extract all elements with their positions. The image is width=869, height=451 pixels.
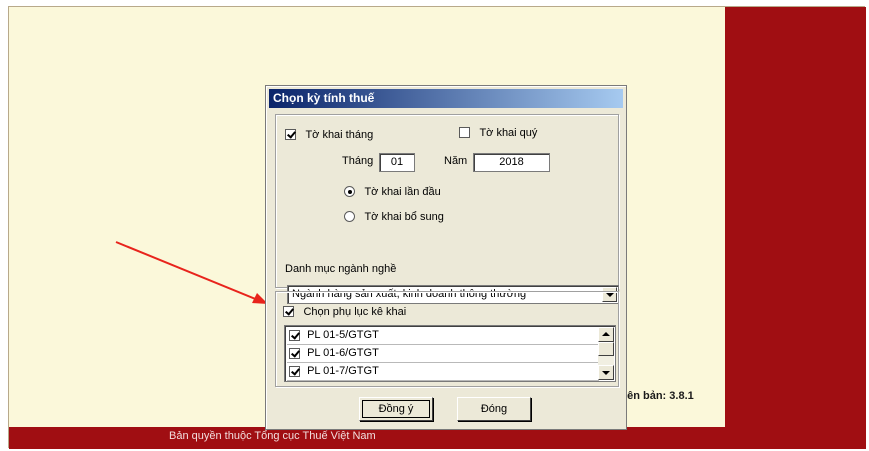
list-item[interactable]: PL 01-5/GTGT [287, 327, 599, 345]
list-item[interactable]: PL 01-7/GTGT [287, 363, 599, 381]
appendix-item-checkbox[interactable] [289, 330, 300, 341]
year-input[interactable]: 2018 [473, 153, 550, 172]
supplement-label: Tờ khai bổ sung [364, 210, 444, 223]
appendix-label: Chọn phụ lục kê khai [303, 305, 407, 318]
supplement-radio[interactable] [344, 211, 355, 223]
monthly-option[interactable]: Tờ khai tháng [285, 126, 373, 144]
appendix-item-label: PL 01-6/GTGT [307, 347, 379, 359]
first-time-label: Tờ khai lần đầu [364, 185, 441, 198]
quarterly-label: Tờ khai quý [479, 126, 538, 139]
year-label: Năm [444, 155, 468, 167]
dialog-title: Chọn kỳ tính thuế [269, 89, 623, 108]
close-button[interactable]: Đóng [457, 397, 531, 421]
appendix-item-label: PL 01-7/GTGT [307, 365, 379, 377]
month-label: Tháng [342, 155, 374, 167]
appendix-option[interactable]: Chọn phụ lục kê khai [283, 303, 406, 321]
scroll-up-icon[interactable] [598, 327, 614, 342]
first-time-radio[interactable] [344, 186, 355, 198]
appendix-list[interactable]: PL 01-5/GTGT PL 01-6/GTGT PL 01-7/GTGT [284, 325, 616, 382]
appendix-item-label: PL 01-5/GTGT [307, 329, 379, 341]
first-time-option[interactable]: Tờ khai lần đầu [344, 183, 441, 201]
scroll-thumb[interactable] [598, 342, 614, 356]
monthly-label: Tờ khai tháng [305, 128, 374, 141]
month-input[interactable]: 01 [379, 153, 415, 172]
list-item[interactable]: PL 01-6/GTGT [287, 345, 599, 363]
monthly-checkbox[interactable] [285, 129, 296, 141]
appendix-group: Chọn phụ lục kê khai PL 01-5/GTGT PL 01-… [275, 291, 619, 387]
quarterly-option[interactable]: Tờ khai quý [459, 124, 537, 142]
list-scrollbar[interactable] [598, 327, 614, 380]
ok-button[interactable]: Đồng ý [359, 397, 433, 421]
industry-label: Danh mục ngành nghề [285, 263, 397, 275]
supplement-option[interactable]: Tờ khai bổ sung [344, 208, 444, 226]
appendix-item-checkbox[interactable] [289, 348, 300, 359]
appendix-item-checkbox[interactable] [289, 366, 300, 377]
appendix-checkbox[interactable] [283, 306, 294, 318]
scroll-down-icon[interactable] [598, 365, 614, 380]
quarterly-checkbox[interactable] [459, 127, 470, 139]
tax-period-dialog: Chọn kỳ tính thuế Tờ khai tháng Tờ khai … [265, 85, 627, 430]
period-group: Tờ khai tháng Tờ khai quý Tháng 01 Năm 2… [275, 114, 619, 304]
